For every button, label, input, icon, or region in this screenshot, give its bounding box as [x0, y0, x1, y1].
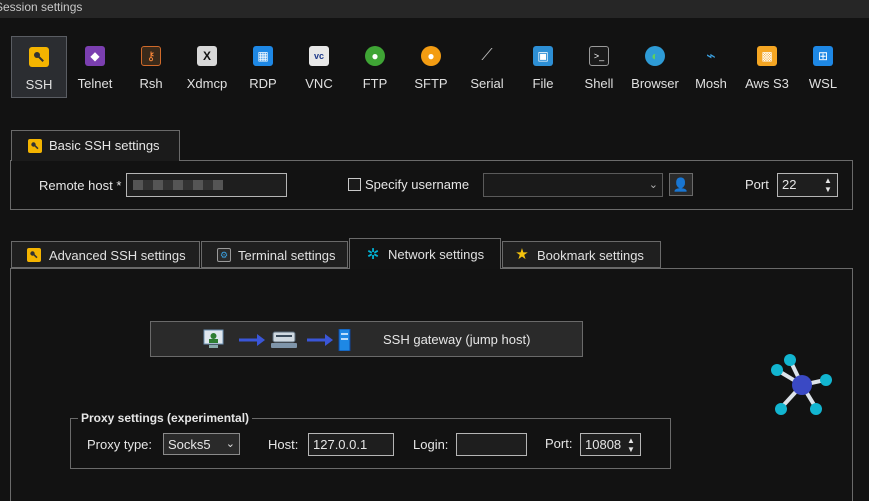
key-icon — [28, 139, 42, 153]
session-type-vnc[interactable]: vc VNC — [291, 36, 347, 98]
proxy-login-label: Login: — [413, 437, 449, 452]
user-key-icon: 👤 — [672, 176, 690, 192]
proxy-port-spinbox[interactable]: 10808 ▲ ▼ — [580, 433, 641, 456]
xdmcp-icon: X — [197, 46, 217, 66]
serial-icon: ⟋ — [481, 47, 493, 64]
terminal-icon: ⚙ — [217, 248, 231, 262]
session-type-label: WSL — [808, 76, 838, 91]
tab-basic-ssh-settings[interactable]: Basic SSH settings — [11, 130, 180, 161]
proxy-type-select[interactable]: Socks5 ⌄ — [163, 433, 240, 455]
tab-terminal-settings[interactable]: ⚙ Terminal settings — [201, 241, 348, 268]
mosh-icon: ⌁ — [706, 48, 716, 65]
gateway-diagram-icon — [203, 329, 351, 351]
shell-icon: >_ — [589, 46, 609, 66]
remote-host-label: Remote host * — [39, 178, 122, 193]
port-value: 22 — [782, 177, 797, 192]
port-label: Port — [745, 177, 769, 192]
session-type-rsh[interactable]: ⚷ Rsh — [123, 36, 179, 98]
session-type-file[interactable]: ▣ File — [515, 36, 571, 98]
tab-advanced-ssh-settings[interactable]: Advanced SSH settings — [11, 241, 200, 268]
tab-network-settings[interactable]: ✲ Network settings — [349, 238, 501, 269]
redacted-host-mask — [133, 180, 223, 190]
session-type-toolbar: SSH ◆ Telnet ⚷ Rsh X Xdmcp ▦ RDP vc VNC … — [0, 32, 869, 100]
tab-label: Bookmark settings — [537, 248, 644, 263]
proxy-type-value: Socks5 — [168, 437, 211, 452]
session-type-xdmcp[interactable]: X Xdmcp — [179, 36, 235, 98]
vnc-icon: vc — [309, 46, 329, 66]
tab-label: Network settings — [388, 247, 485, 262]
session-type-wsl[interactable]: ⊞ WSL — [795, 36, 851, 98]
proxy-host-input[interactable]: 127.0.0.1 — [308, 433, 394, 456]
sftp-icon: ● — [421, 46, 441, 66]
rsh-icon: ⚷ — [141, 46, 161, 66]
window-titlebar: Session settings — [0, 0, 869, 18]
proxy-host-value: 127.0.0.1 — [313, 437, 368, 452]
network-icon: ✲ — [366, 246, 380, 263]
file-icon: ▣ — [533, 46, 553, 66]
session-type-browser[interactable]: ◐ Browser — [627, 36, 683, 98]
username-dropdown[interactable]: ⌄ — [483, 173, 663, 197]
tab-label: Basic SSH settings — [49, 138, 160, 153]
session-type-serial[interactable]: ⟋ Serial — [459, 36, 515, 98]
specify-username-checkbox[interactable] — [348, 178, 361, 191]
proxy-host-label: Host: — [268, 437, 299, 452]
gateway-label: SSH gateway (jump host) — [383, 332, 531, 347]
port-spinbox[interactable]: 22 ▲ ▼ — [777, 173, 838, 197]
session-type-ftp[interactable]: ● FTP — [347, 36, 403, 98]
key-icon — [27, 248, 41, 262]
chevron-down-icon: ⌄ — [648, 179, 658, 191]
proxy-login-input[interactable] — [456, 433, 527, 456]
browser-icon: ◐ — [645, 46, 665, 66]
ssh-gateway-button[interactable]: SSH gateway (jump host) — [150, 321, 583, 357]
session-type-shell[interactable]: >_ Shell — [571, 36, 627, 98]
star-icon: ★ — [515, 246, 529, 263]
proxy-type-label: Proxy type: — [87, 437, 153, 452]
session-type-ssh[interactable]: SSH — [11, 36, 67, 98]
session-type-aws-s3[interactable]: ▩ Aws S3 — [739, 36, 795, 98]
session-type-telnet[interactable]: ◆ Telnet — [67, 36, 123, 98]
window-title: Session settings — [0, 0, 83, 14]
session-type-rdp[interactable]: ▦ RDP — [235, 36, 291, 98]
remote-host-input[interactable] — [126, 173, 287, 197]
ftp-icon: ● — [365, 46, 385, 66]
tab-label: Advanced SSH settings — [49, 248, 186, 263]
aws-s3-icon: ▩ — [757, 46, 777, 66]
spin-arrows-icon[interactable]: ▲ ▼ — [823, 176, 833, 194]
user-credentials-button[interactable]: 👤 — [669, 173, 693, 196]
ssh-key-icon — [29, 47, 49, 67]
tab-label: Terminal settings — [238, 248, 336, 263]
proxy-settings-legend: Proxy settings (experimental) — [78, 411, 253, 425]
telnet-icon: ◆ — [85, 46, 105, 66]
spin-arrows-icon[interactable]: ▲ ▼ — [626, 436, 636, 454]
proxy-port-label: Port: — [545, 436, 573, 451]
session-type-mosh[interactable]: ⌁ Mosh — [683, 36, 739, 98]
tab-bookmark-settings[interactable]: ★ Bookmark settings — [502, 241, 661, 268]
proxy-port-value: 10808 — [585, 437, 622, 452]
chevron-down-icon: ⌄ — [225, 438, 235, 450]
specify-username-label: Specify username — [365, 177, 470, 192]
rdp-icon: ▦ — [253, 46, 273, 66]
session-type-sftp[interactable]: ● SFTP — [403, 36, 459, 98]
wsl-icon: ⊞ — [813, 46, 833, 66]
network-illustration-icon — [771, 354, 832, 415]
